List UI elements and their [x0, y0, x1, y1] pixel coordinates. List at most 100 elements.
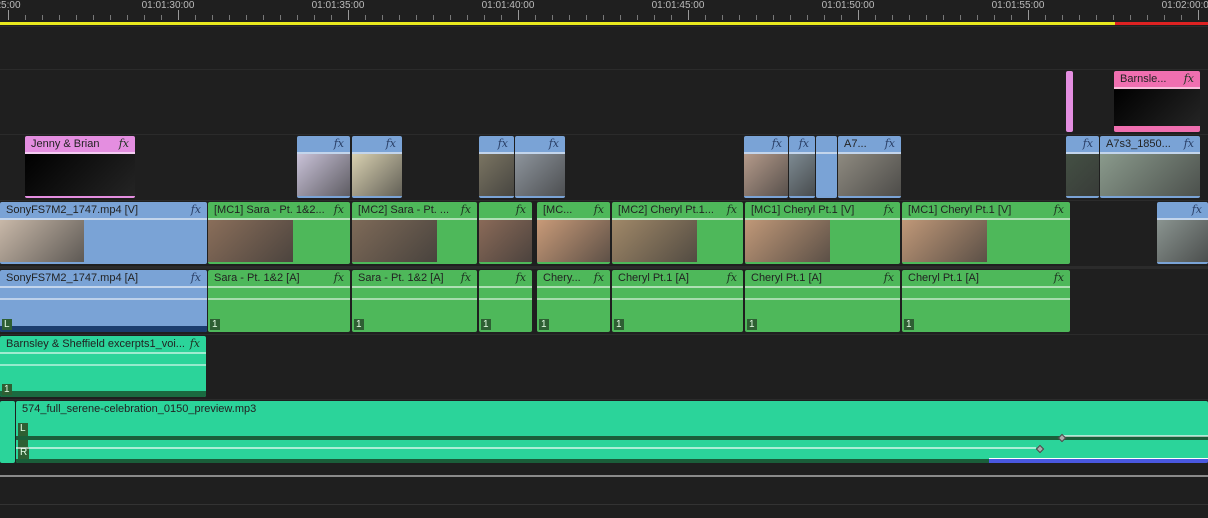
fx-badge-icon[interactable]: fx	[1054, 271, 1064, 284]
fx-badge-icon[interactable]: fx	[119, 137, 129, 150]
fx-badge-icon[interactable]: fx	[594, 203, 604, 216]
timeline-clip[interactable]: A7... fx	[838, 136, 901, 198]
fx-badge-icon[interactable]: fx	[885, 137, 895, 150]
clip-divider-line	[0, 352, 206, 354]
ruler-tick	[1164, 15, 1165, 20]
audio-waveform	[0, 391, 206, 397]
fx-badge-icon[interactable]: fx	[772, 137, 782, 150]
clip-name: SonyFS7M2_1747.mp4 [V]	[6, 204, 139, 216]
ruler-tick	[892, 15, 893, 20]
ruler-tick	[943, 15, 944, 20]
fx-badge-icon[interactable]: fx	[1184, 72, 1194, 85]
fx-badge-icon[interactable]: fx	[334, 271, 344, 284]
timeline-clip[interactable]: [MC1] Cheryl Pt.1 [V] fx	[902, 202, 1070, 264]
clip-name: Sara - Pt. 1&2 [A]	[358, 272, 444, 284]
fx-badge-icon[interactable]: fx	[727, 271, 737, 284]
timecode-label: 01:01:40:00	[481, 0, 535, 11]
fx-badge-icon[interactable]: fx	[1083, 137, 1093, 150]
timeline-clip[interactable]: Barnsle... fx	[1114, 71, 1200, 132]
ruler-tick	[382, 15, 383, 20]
ruler-tick	[705, 15, 706, 20]
timeline-clip[interactable]: 574_full_serene-celebration_0150_preview…	[16, 401, 1208, 463]
timeline-clip[interactable]: Sara - Pt. 1&2 [A] fx 1	[208, 270, 350, 332]
fx-badge-icon[interactable]: fx	[727, 203, 737, 216]
fx-badge-icon[interactable]: fx	[498, 137, 508, 150]
timeline-clip[interactable]: fx	[744, 136, 788, 198]
fx-badge-icon[interactable]: fx	[884, 271, 894, 284]
ruler-tick	[331, 15, 332, 20]
timeline-clip[interactable]: [MC... fx	[537, 202, 610, 264]
fx-badge-icon[interactable]: fx	[884, 203, 894, 216]
ruler-tick	[1011, 15, 1012, 20]
ruler-tick	[450, 15, 451, 20]
fx-badge-icon[interactable]: fx	[191, 203, 201, 216]
fx-badge-icon[interactable]: fx	[549, 137, 559, 150]
clip-name: Cheryl Pt.1 [A]	[618, 272, 689, 284]
ruler-tick	[501, 15, 502, 20]
timeline-clip[interactable]: Jenny & Brian fx	[25, 136, 135, 198]
timeline-clip[interactable]: fx	[1157, 202, 1208, 264]
ruler-tick	[1028, 10, 1029, 20]
timeline-clip[interactable]: fx	[352, 136, 402, 198]
timeline-clip[interactable]: Cheryl Pt.1 [A] fx 1	[612, 270, 743, 332]
timeline-clip[interactable]	[0, 401, 15, 463]
timeline-clip[interactable]: Cheryl Pt.1 [A] fx 1	[902, 270, 1070, 332]
fx-badge-icon[interactable]: fx	[594, 271, 604, 284]
timeline-clip[interactable]: fx	[789, 136, 815, 198]
timeline-clip[interactable]: Sara - Pt. 1&2 [A] fx 1	[352, 270, 477, 332]
volume-line	[1062, 435, 1208, 437]
fx-badge-icon[interactable]: fx	[191, 271, 201, 284]
clip-thumbnail	[479, 220, 532, 262]
fx-badge-icon[interactable]: fx	[461, 203, 471, 216]
fx-badge-icon[interactable]: fx	[799, 137, 809, 150]
fx-badge-icon[interactable]: fx	[1054, 203, 1064, 216]
channel-badge: 1	[747, 319, 757, 330]
timeline-clip[interactable]: Barnsley & Sheffield excerpts1_voi... fx 1	[0, 336, 206, 397]
timeline-clip[interactable]: fx	[297, 136, 350, 198]
timeline-clip[interactable]: fx	[1066, 136, 1099, 198]
timeline-clip[interactable]: [MC2] Cheryl Pt.1... fx	[612, 202, 743, 264]
clip-divider-line	[208, 286, 350, 288]
timeline-clip[interactable]	[816, 136, 837, 198]
ruler-tick	[297, 15, 298, 20]
timeline-clip[interactable]: SonyFS7M2_1747.mp4 [V] fx	[0, 202, 207, 264]
work-area-bar[interactable]	[0, 22, 1115, 25]
fx-badge-icon[interactable]: fx	[386, 137, 396, 150]
timeline-clip[interactable]: fx 1	[479, 270, 532, 332]
timeline-clip[interactable]: Chery... fx 1	[537, 270, 610, 332]
timeline-clip[interactable]	[1066, 71, 1073, 132]
ruler-tick	[433, 15, 434, 20]
fx-badge-icon[interactable]: fx	[190, 337, 200, 350]
clip-name: Barnsley & Sheffield excerpts1_voi...	[6, 338, 185, 350]
time-ruler[interactable]: 25:00 01:01:30:00 01:01:35:00 01:01:40:00 01…	[0, 0, 1208, 24]
fx-badge-icon[interactable]: fx	[516, 203, 526, 216]
track-divider	[0, 475, 1208, 477]
timeline-clip[interactable]: Cheryl Pt.1 [A] fx 1	[745, 270, 900, 332]
fx-badge-icon[interactable]: fx	[516, 271, 526, 284]
fx-badge-icon[interactable]: fx	[1192, 203, 1202, 216]
ruler-tick	[960, 15, 961, 20]
ruler-tick	[977, 15, 978, 20]
fx-badge-icon[interactable]: fx	[461, 271, 471, 284]
ruler-tick	[1113, 15, 1114, 20]
channel-badge: 1	[904, 319, 914, 330]
volume-keyframe[interactable]	[1035, 444, 1045, 454]
timeline-clip[interactable]: fx	[479, 202, 532, 264]
audio-waveform	[745, 326, 900, 332]
timeline-clip[interactable]: [MC2] Sara - Pt. ... fx	[352, 202, 477, 264]
audio-waveform	[902, 326, 1070, 332]
fx-badge-icon[interactable]: fx	[1184, 137, 1194, 150]
fx-badge-icon[interactable]: fx	[334, 203, 344, 216]
fx-badge-icon[interactable]: fx	[334, 137, 344, 150]
ruler-tick	[603, 15, 604, 20]
timeline-clip[interactable]: [MC1] Cheryl Pt.1 [V] fx	[745, 202, 900, 264]
ruler-tick	[807, 15, 808, 20]
ruler-tick	[144, 15, 145, 20]
timeline-clip[interactable]: fx	[479, 136, 514, 198]
timeline-clip[interactable]: SonyFS7M2_1747.mp4 [A] fx L	[0, 270, 207, 332]
track-v4: Barnsle... fx	[0, 69, 1208, 134]
ruler-tick	[263, 15, 264, 20]
timeline-clip[interactable]: [MC1] Sara - Pt. 1&2... fx	[208, 202, 350, 264]
timeline-clip[interactable]: fx	[515, 136, 565, 198]
timeline-clip[interactable]: A7s3_1850... fx	[1100, 136, 1200, 198]
